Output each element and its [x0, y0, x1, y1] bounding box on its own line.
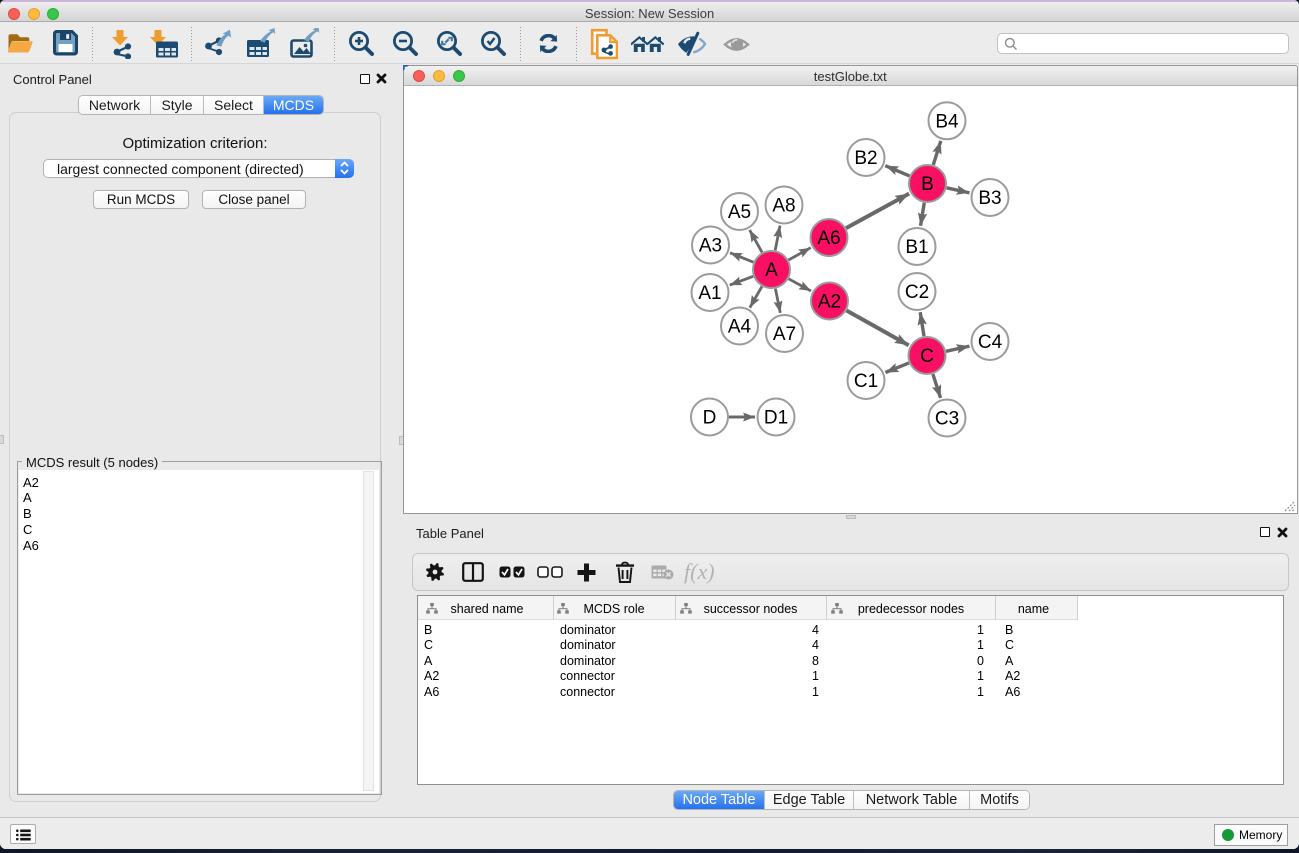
- svg-text:C: C: [920, 346, 934, 367]
- svg-text:C3: C3: [935, 409, 959, 430]
- svg-text:A1: A1: [698, 283, 721, 304]
- svg-text:B4: B4: [935, 111, 959, 132]
- svg-text:A7: A7: [773, 324, 796, 345]
- svg-text:C4: C4: [978, 332, 1003, 353]
- svg-text:B1: B1: [905, 237, 928, 258]
- svg-text:C1: C1: [854, 371, 878, 392]
- svg-text:B3: B3: [978, 188, 1001, 209]
- svg-text:D1: D1: [764, 408, 788, 429]
- svg-text:A6: A6: [817, 228, 840, 249]
- svg-text:A2: A2: [818, 292, 841, 313]
- svg-text:D: D: [703, 408, 717, 429]
- svg-text:B: B: [921, 174, 934, 195]
- svg-text:C2: C2: [905, 282, 929, 303]
- svg-text:B2: B2: [854, 148, 877, 169]
- svg-text:A: A: [765, 260, 778, 281]
- svg-text:A5: A5: [728, 202, 751, 223]
- svg-text:A4: A4: [728, 317, 752, 338]
- svg-text:A3: A3: [699, 236, 722, 257]
- svg-text:A8: A8: [772, 196, 795, 217]
